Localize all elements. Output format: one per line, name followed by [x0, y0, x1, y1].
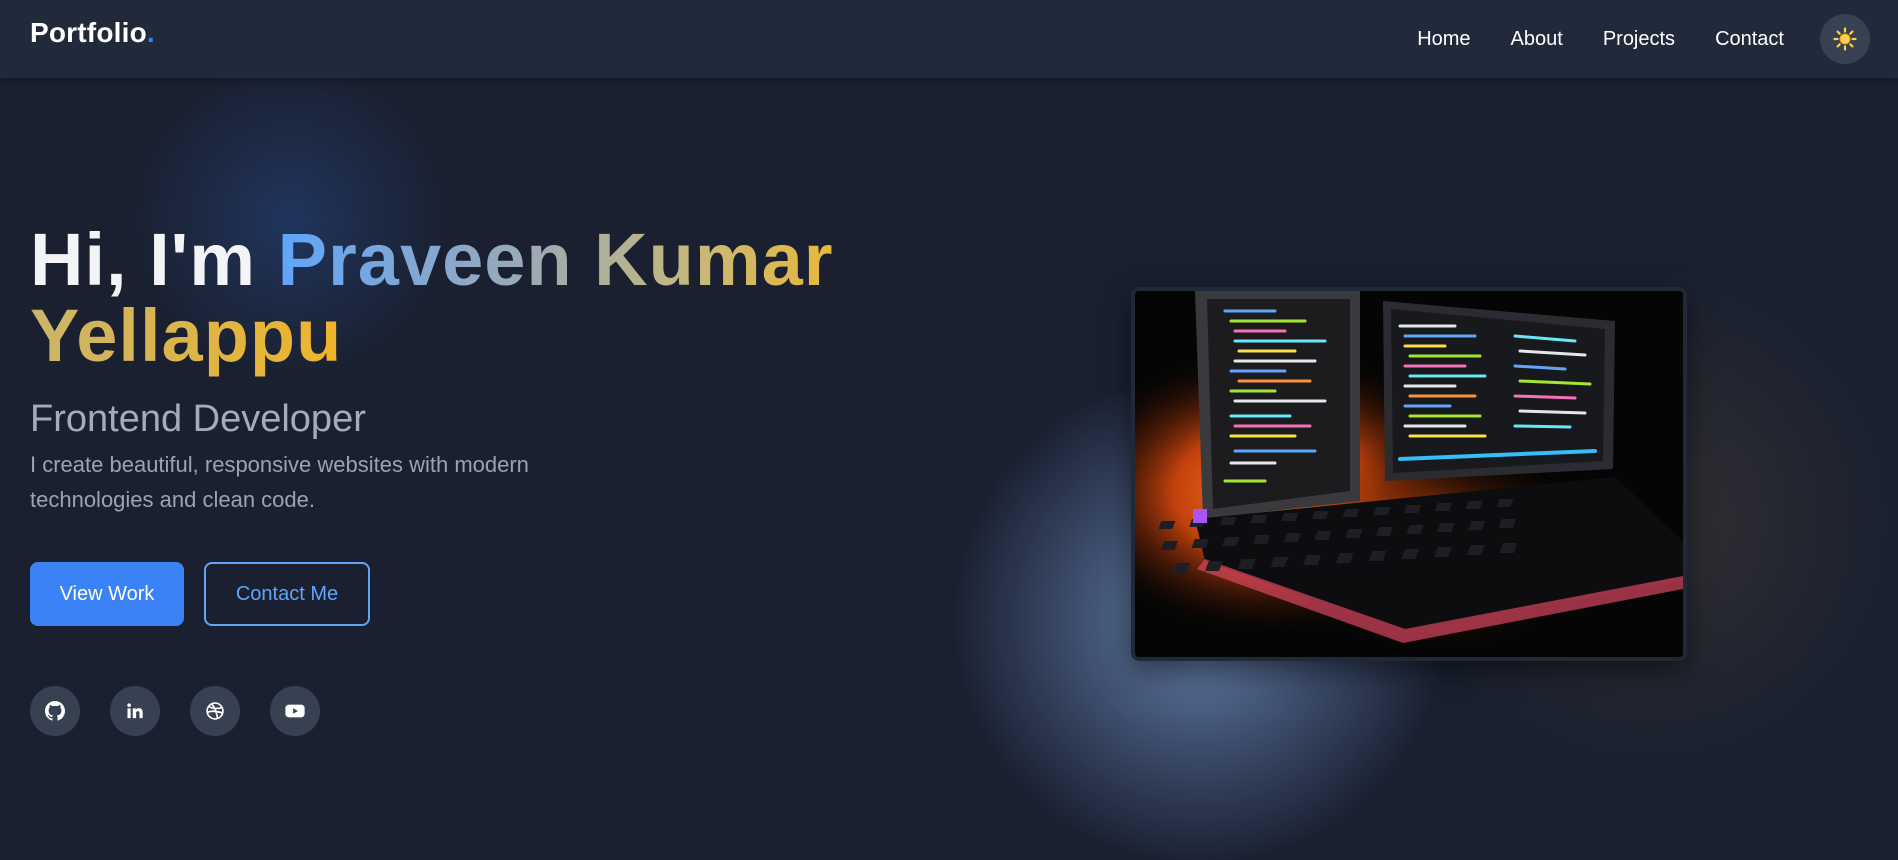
- youtube-link[interactable]: [270, 686, 320, 736]
- nav-links: Home About Projects Contact: [1417, 0, 1898, 78]
- logo-dot: .: [146, 17, 155, 48]
- github-link[interactable]: [30, 686, 80, 736]
- nav-link-home[interactable]: Home: [1417, 28, 1470, 51]
- nav-link-contact[interactable]: Contact: [1715, 28, 1784, 51]
- hero-greeting: Hi, I'm: [30, 218, 257, 301]
- logo-text: Portfolio: [30, 17, 147, 48]
- linkedin-link[interactable]: [110, 686, 160, 736]
- view-work-button[interactable]: View Work: [30, 562, 184, 626]
- keyboard-and-code-monitors-image: [1135, 291, 1683, 657]
- contact-me-button[interactable]: Contact Me: [204, 562, 370, 626]
- dribbble-icon: [206, 702, 224, 720]
- hero-subtitle: Frontend Developer: [30, 398, 366, 440]
- sun-icon: [1833, 27, 1857, 51]
- navbar: Portfolio. Home About Projects Contact: [0, 0, 1898, 78]
- nav-link-projects[interactable]: Projects: [1603, 28, 1675, 51]
- hero-section: Hi, I'm Praveen Kumar Yellappu Frontend …: [30, 222, 870, 736]
- nav-link-about[interactable]: About: [1511, 28, 1563, 51]
- linkedin-icon: [127, 703, 143, 719]
- hero-image: [1131, 287, 1687, 661]
- social-links: [30, 686, 870, 736]
- github-icon: [45, 701, 65, 721]
- hero-description: I create beautiful, responsive websites …: [30, 452, 529, 512]
- hero-title: Hi, I'm Praveen Kumar Yellappu: [30, 222, 870, 374]
- theme-toggle-button[interactable]: [1820, 14, 1870, 64]
- hero-buttons: View Work Contact Me: [30, 562, 870, 626]
- hero-name-last: Yellappu: [30, 294, 343, 377]
- youtube-icon: [285, 704, 305, 718]
- logo[interactable]: Portfolio.: [30, 17, 155, 49]
- hero-name-first: Praveen Kumar: [277, 218, 834, 301]
- dribbble-link[interactable]: [190, 686, 240, 736]
